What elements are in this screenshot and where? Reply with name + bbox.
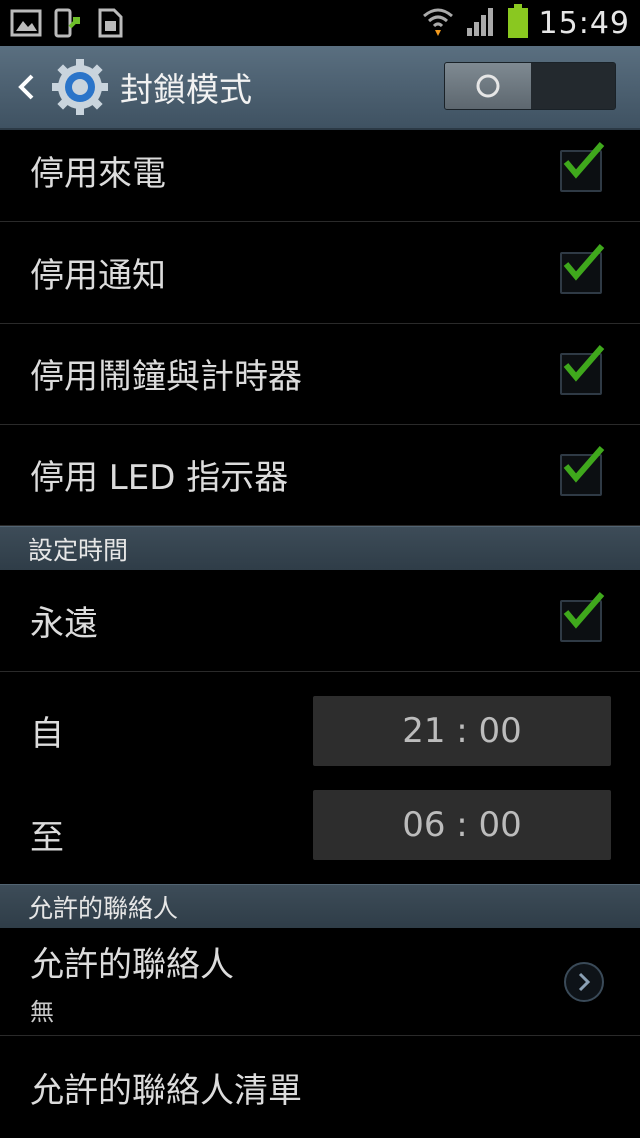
checkbox[interactable] [560,445,605,496]
disable-alarm-row[interactable]: 停用鬧鐘與計時器 [0,323,640,425]
disable-notifications-row[interactable]: 停用通知 [0,222,640,324]
disable-led-row[interactable]: 停用 LED 指示器 [0,424,640,526]
gallery-icon [10,7,42,39]
row-label: 停用 LED 指示器 [30,458,289,498]
row-label: 停用通知 [30,256,166,296]
row-value: 無 [30,997,54,1026]
settings-gear-icon [50,57,110,117]
checkbox[interactable] [560,591,605,642]
from-label: 自 [30,714,64,754]
back-button[interactable] [8,45,44,129]
row-label: 停用鬧鐘與計時器 [30,357,302,397]
checkbox[interactable] [560,243,605,294]
row-label: 停用來電 [30,154,166,194]
chevron-right-icon[interactable] [564,962,604,1002]
checkbox[interactable] [560,344,605,395]
phone-update-icon [52,7,84,39]
allowed-contacts-row[interactable]: 允許的聯絡人 無 [0,928,640,1036]
allowed-contacts-header: 允許的聯絡人 [0,884,640,928]
to-label: 至 [30,818,64,858]
allowed-contacts-list-row[interactable]: 允許的聯絡人清單 [0,1037,640,1138]
signal-icon [465,6,497,40]
row-label: 允許的聯絡人 [30,944,234,985]
toggle-knob [445,63,531,109]
from-time-field[interactable]: 21 : 00 [313,696,611,766]
action-bar: 封鎖模式 [0,46,640,130]
section-label: 設定時間 [28,535,129,565]
checkbox[interactable] [560,141,605,192]
checkmark-icon [563,591,605,629]
sim-card-icon [94,7,126,39]
wifi-icon [421,4,455,42]
back-arrow-icon [18,74,34,100]
row-label: 允許的聯絡人清單 [30,1071,302,1111]
battery-icon [507,4,529,42]
set-time-header: 設定時間 [0,526,640,570]
row-label: 永遠 [30,604,98,644]
checkmark-icon [563,445,605,483]
section-label: 允許的聯絡人 [28,893,179,923]
disable-calls-row[interactable]: 停用來電 [0,120,640,222]
always-row[interactable]: 永遠 [0,570,640,672]
to-time-field[interactable]: 06 : 00 [313,790,611,860]
checkmark-icon [563,344,605,382]
page-title: 封鎖模式 [120,70,252,109]
block-mode-toggle[interactable] [444,62,616,110]
status-bar: 15:49 [0,0,640,46]
checkmark-icon [563,243,605,281]
clock: 15:49 [538,5,630,41]
checkmark-icon [563,141,605,179]
